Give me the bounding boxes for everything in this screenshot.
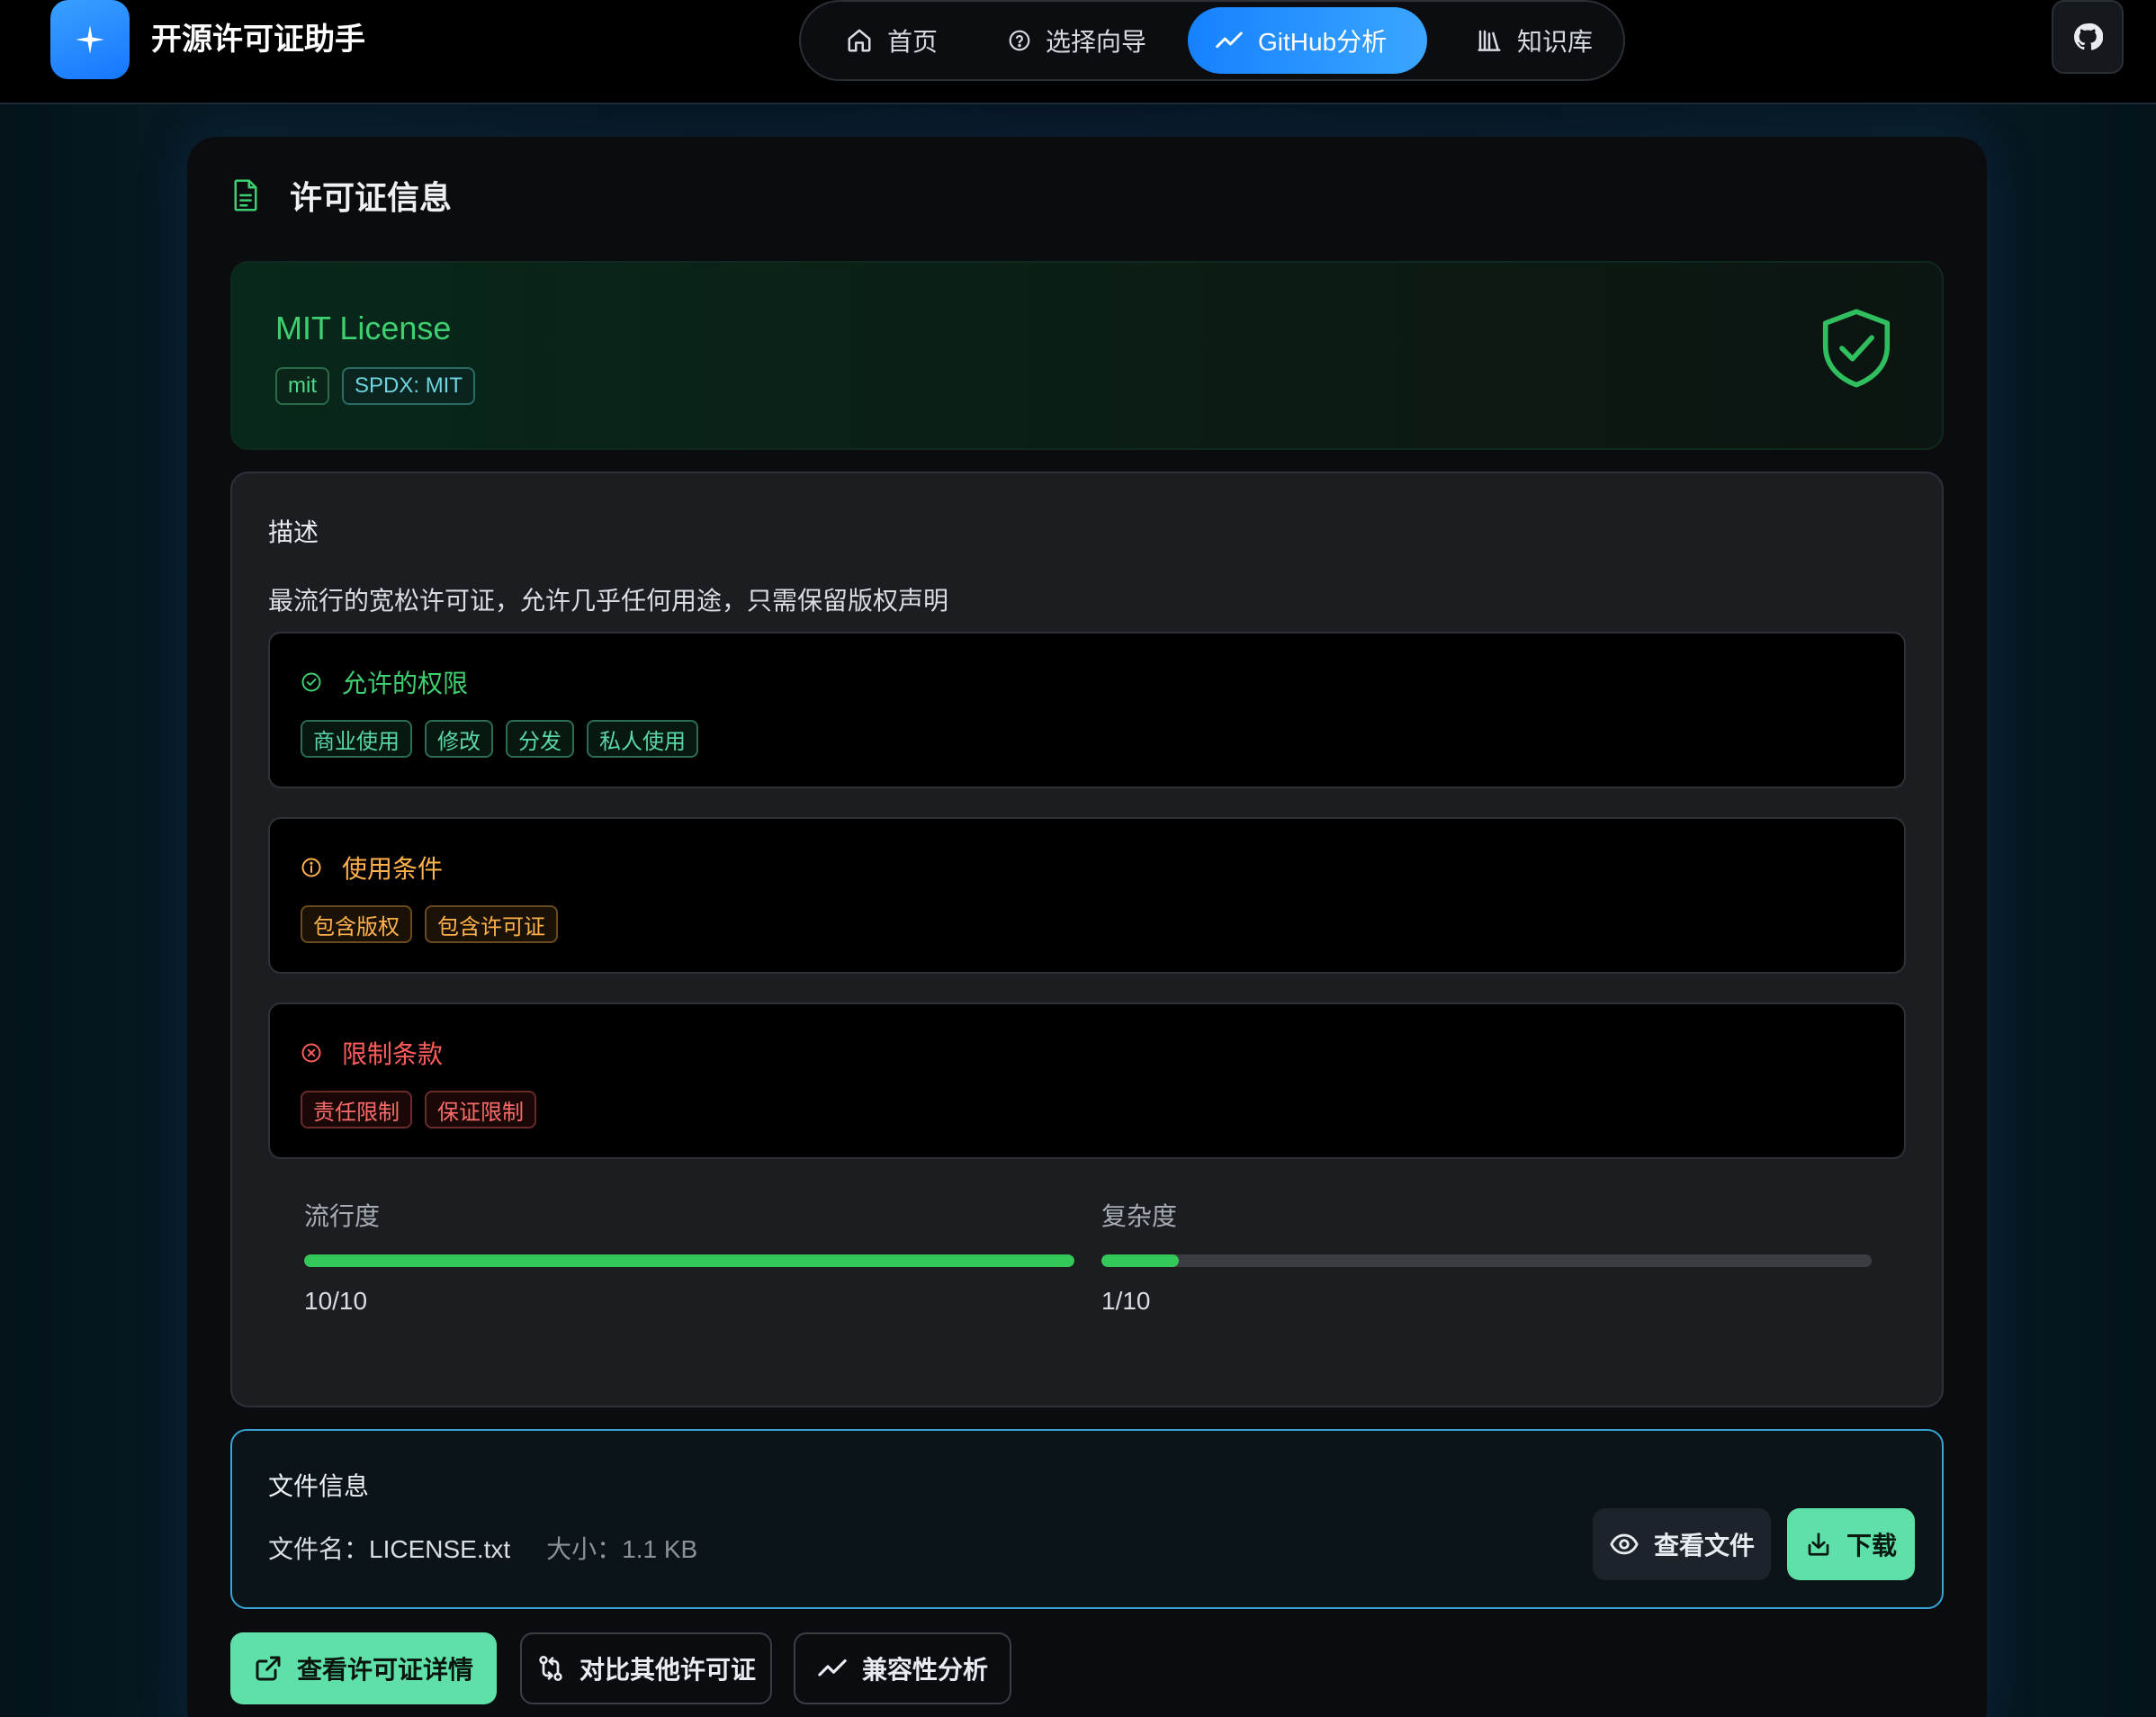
github-icon: [2073, 22, 2103, 50]
nav-label-home: 首页: [887, 28, 939, 56]
popularity-label: 流行度: [304, 1202, 381, 1230]
nav-item-wizard[interactable]: 选择向导: [981, 7, 1173, 74]
download-label: 下载: [1846, 1532, 1897, 1560]
permissions-header: 允许的权限: [301, 664, 468, 700]
permissions-tags: 商业使用 修改 分发 私人使用: [301, 720, 711, 758]
conditions-title: 使用条件: [342, 855, 444, 883]
condition-tag: 包含许可证: [425, 905, 558, 943]
download-icon: [1808, 1533, 1829, 1556]
compare-licenses-button[interactable]: 对比其他许可证: [520, 1632, 772, 1704]
compatibility-analysis-label: 兼容性分析: [861, 1656, 988, 1684]
file-info-title: 文件信息: [268, 1472, 370, 1500]
trend-icon: [1216, 31, 1243, 49]
file-name: 文件名：LICENSE.txt: [268, 1535, 511, 1563]
permission-tag: 修改: [425, 720, 493, 758]
permissions-title: 允许的权限: [342, 670, 469, 697]
complexity-label: 复杂度: [1101, 1202, 1178, 1230]
nav-label-knowledge-base: 知识库: [1517, 28, 1594, 56]
complexity-metric: 复杂度 1/10: [1101, 1199, 1872, 1316]
compare-icon: [539, 1656, 562, 1681]
condition-tag: 包含版权: [301, 905, 412, 943]
file-meta: 文件名：LICENSE.txt 大小：1.1 KB: [268, 1530, 697, 1566]
nav-label-wizard: 选择向导: [1046, 28, 1147, 56]
app-title: 开源许可证助手: [151, 22, 365, 57]
conditions-header: 使用条件: [301, 850, 443, 885]
file-info-panel: 文件信息 文件名：LICENSE.txt 大小：1.1 KB 查看文件 下载: [230, 1429, 1944, 1609]
external-link-icon: [256, 1656, 281, 1681]
nav-item-knowledge-base[interactable]: 知识库: [1449, 7, 1620, 74]
permissions-panel: 允许的权限 商业使用 修改 分发 私人使用: [268, 632, 1906, 788]
conditions-tags: 包含版权 包含许可证: [301, 905, 570, 943]
limitation-tag: 保证限制: [425, 1091, 536, 1128]
nav-label-github-analysis: GitHub分析: [1258, 28, 1388, 56]
license-name: MIT License: [275, 310, 452, 346]
limitations-tags: 责任限制 保证限制: [301, 1091, 549, 1128]
shield-check-icon: [1822, 309, 1891, 388]
nav-item-home[interactable]: 首页: [819, 7, 965, 74]
popularity-value: 10/10: [304, 1287, 368, 1315]
view-license-details-button[interactable]: 查看许可证详情: [230, 1632, 497, 1704]
compare-licenses-label: 对比其他许可证: [579, 1656, 756, 1684]
main-nav: 首页 选择向导 GitHub分析 知识库: [799, 0, 1625, 81]
document-icon: [234, 179, 257, 211]
complexity-value: 1/10: [1101, 1287, 1151, 1315]
popularity-metric: 流行度 10/10: [304, 1199, 1074, 1316]
sparkle-icon: [76, 25, 104, 54]
license-tags: mit SPDX: MIT: [275, 367, 488, 405]
file-size: 大小：1.1 KB: [546, 1535, 698, 1563]
help-circle-icon: [1009, 30, 1030, 51]
description-panel: 描述 最流行的宽松许可证，允许几乎任何用途，只需保留版权声明 允许的权限 商业使…: [230, 472, 1944, 1407]
permission-tag: 分发: [506, 720, 574, 758]
description-label: 描述: [268, 518, 319, 546]
top-bar: 开源许可证助手 首页 选择向导 GitHub分析 知识库: [0, 0, 2156, 104]
library-icon: [1478, 30, 1501, 51]
github-link-button[interactable]: [2052, 0, 2124, 74]
x-circle-icon: [301, 1043, 321, 1063]
popularity-progress-fill: [304, 1254, 1074, 1267]
view-license-details-label: 查看许可证详情: [296, 1656, 473, 1684]
view-file-label: 查看文件: [1653, 1532, 1755, 1560]
license-summary: MIT License mit SPDX: MIT: [230, 261, 1944, 450]
spdx-tag: SPDX: MIT: [342, 367, 476, 405]
home-icon: [848, 29, 871, 52]
card-header: 许可证信息: [232, 173, 452, 218]
compatibility-analysis-button[interactable]: 兼容性分析: [794, 1632, 1011, 1704]
check-circle-icon: [301, 672, 321, 692]
card-title: 许可证信息: [290, 179, 453, 216]
limitations-title: 限制条款: [342, 1040, 444, 1068]
eye-icon: [1610, 1533, 1639, 1555]
limitations-panel: 限制条款 责任限制 保证限制: [268, 1002, 1906, 1159]
description-text: 最流行的宽松许可证，允许几乎任何用途，只需保留版权声明: [268, 587, 949, 615]
complexity-progress-track: [1101, 1254, 1872, 1267]
info-circle-icon: [301, 858, 321, 877]
app-logo[interactable]: [50, 0, 130, 79]
trend-icon: [818, 1659, 847, 1677]
download-button[interactable]: 下载: [1787, 1508, 1915, 1580]
permission-tag: 商业使用: [301, 720, 412, 758]
complexity-progress-fill: [1101, 1254, 1179, 1267]
limitation-tag: 责任限制: [301, 1091, 412, 1128]
view-file-button[interactable]: 查看文件: [1593, 1508, 1771, 1580]
popularity-progress-track: [304, 1254, 1074, 1267]
license-info-card: 许可证信息 MIT License mit SPDX: MIT 描述 最流行的宽…: [187, 137, 1987, 1717]
license-key-tag: mit: [275, 367, 329, 405]
limitations-header: 限制条款: [301, 1035, 443, 1071]
nav-item-github-analysis[interactable]: GitHub分析: [1188, 7, 1427, 74]
permission-tag: 私人使用: [587, 720, 698, 758]
conditions-panel: 使用条件 包含版权 包含许可证: [268, 817, 1906, 974]
